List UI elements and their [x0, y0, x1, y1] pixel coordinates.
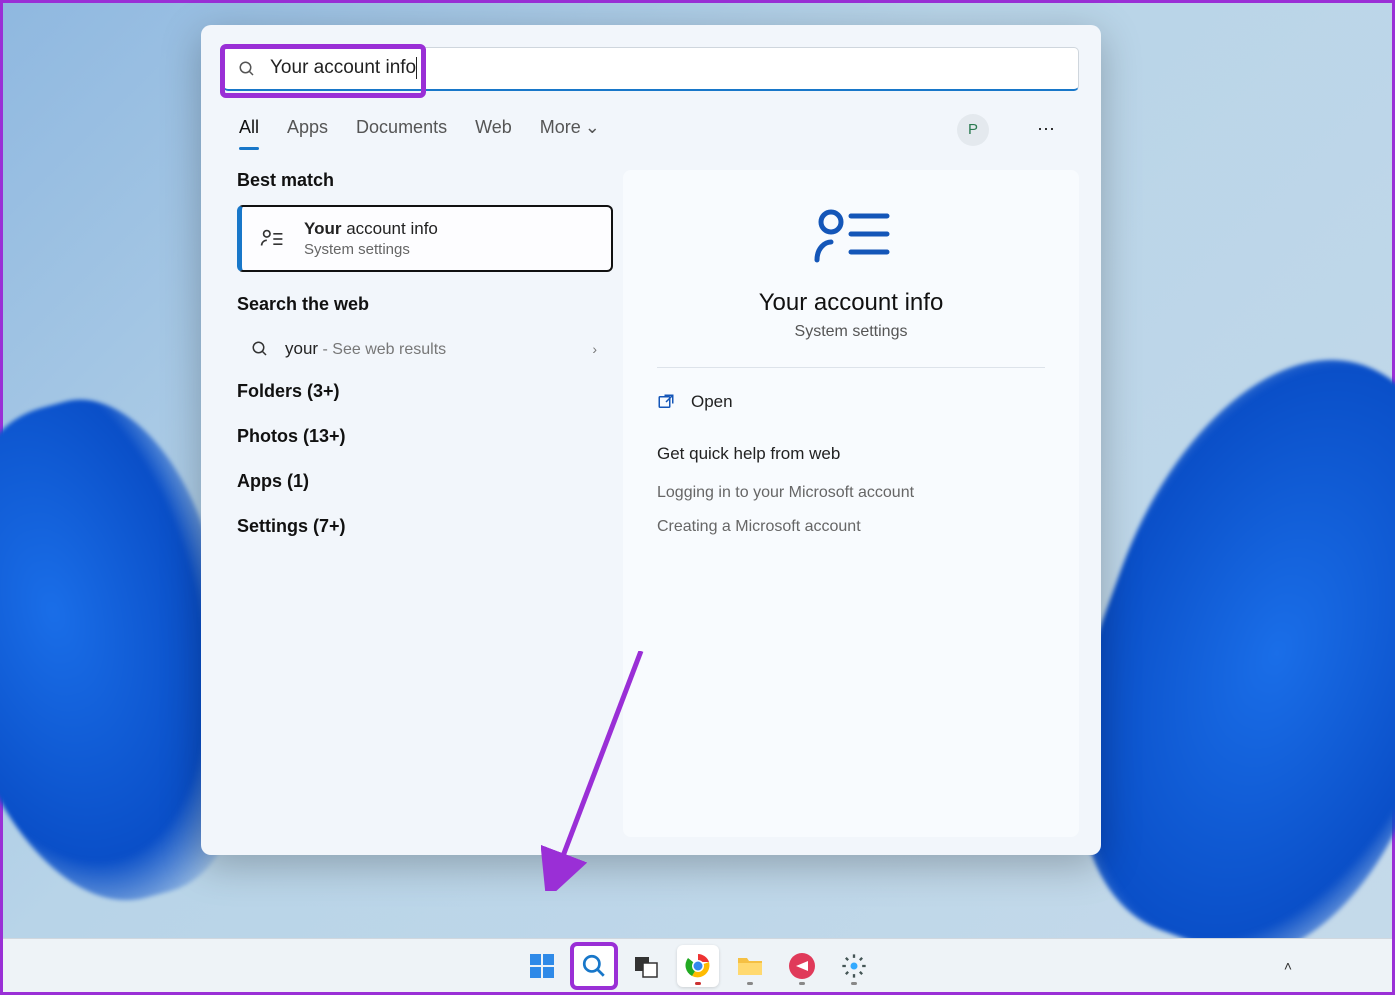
- category-apps[interactable]: Apps (1): [237, 459, 613, 504]
- search-icon: [251, 340, 269, 358]
- app-taskbar-button[interactable]: [781, 945, 823, 987]
- help-link[interactable]: Logging in to your Microsoft account: [657, 476, 1045, 510]
- category-settings[interactable]: Settings (7+): [237, 504, 613, 549]
- detail-subtitle: System settings: [657, 323, 1045, 341]
- more-options-button[interactable]: ⋯: [1031, 114, 1063, 146]
- help-link[interactable]: Creating a Microsoft account: [657, 510, 1045, 544]
- result-subtitle: System settings: [304, 241, 438, 258]
- search-icon: [238, 60, 256, 78]
- account-info-icon-large: [811, 204, 891, 271]
- open-icon: [657, 393, 675, 411]
- tab-more[interactable]: More⌄: [540, 109, 600, 150]
- tab-all[interactable]: All: [239, 109, 259, 150]
- search-box[interactable]: Your account info: [223, 47, 1079, 91]
- tab-web[interactable]: Web: [475, 109, 512, 150]
- tab-documents[interactable]: Documents: [356, 109, 447, 150]
- quick-help-header: Get quick help from web: [657, 444, 1045, 464]
- detail-title: Your account info: [657, 289, 1045, 317]
- divider: [657, 367, 1045, 368]
- detail-pane: Your account info System settings Open G…: [623, 170, 1079, 837]
- result-title: Your account info: [304, 219, 438, 239]
- account-info-icon: [256, 223, 288, 255]
- tab-apps[interactable]: Apps: [287, 109, 328, 150]
- search-taskbar-button[interactable]: [573, 945, 615, 987]
- search-input[interactable]: Your account info: [270, 57, 1064, 79]
- start-button[interactable]: [521, 945, 563, 987]
- best-match-result[interactable]: Your account info System settings: [237, 205, 613, 272]
- text-cursor: [416, 57, 417, 79]
- file-explorer-taskbar-button[interactable]: [729, 945, 771, 987]
- chevron-right-icon: ›: [592, 341, 597, 357]
- open-label: Open: [691, 392, 733, 412]
- category-folders[interactable]: Folders (3+): [237, 369, 613, 414]
- filter-tabs: All Apps Documents Web More⌄ P ⋯: [223, 105, 1079, 150]
- user-avatar[interactable]: P: [957, 114, 989, 146]
- best-match-header: Best match: [237, 170, 613, 191]
- tray-chevron-icon[interactable]: ˄: [1284, 958, 1292, 974]
- search-web-header: Search the web: [237, 294, 613, 315]
- taskbar: ˄: [3, 938, 1392, 992]
- task-view-button[interactable]: [625, 945, 667, 987]
- web-result-text: your - See web results: [285, 339, 446, 359]
- results-column: Best match Your account info System sett…: [223, 170, 613, 837]
- chevron-down-icon: ⌄: [585, 117, 600, 137]
- category-photos[interactable]: Photos (13+): [237, 414, 613, 459]
- windows-search-panel: Your account info All Apps Documents Web…: [201, 25, 1101, 855]
- settings-taskbar-button[interactable]: [833, 945, 875, 987]
- open-action[interactable]: Open: [657, 386, 1045, 418]
- web-search-result[interactable]: your - See web results ›: [237, 329, 613, 369]
- chrome-taskbar-button[interactable]: [677, 945, 719, 987]
